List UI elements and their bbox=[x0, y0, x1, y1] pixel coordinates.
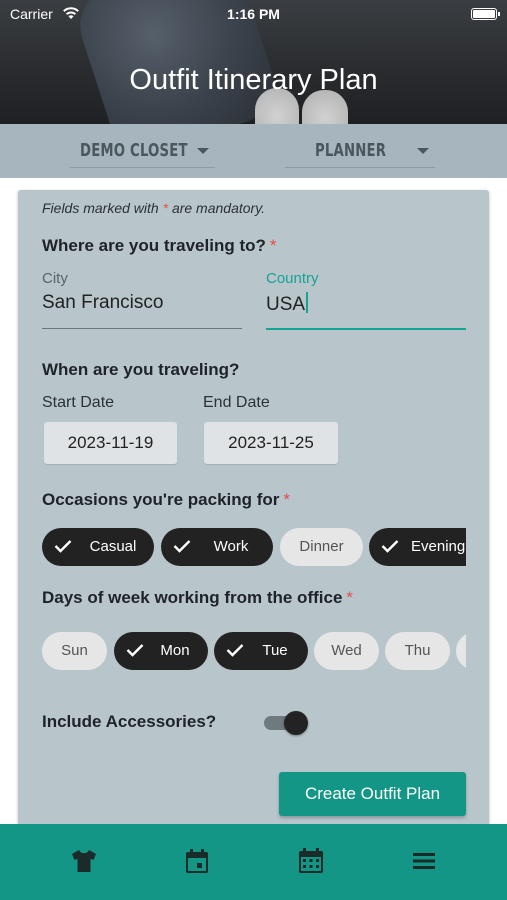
occasion-chip-dinner[interactable]: Dinner bbox=[280, 528, 363, 566]
chevron-down-icon bbox=[197, 148, 209, 154]
chip-label: Work bbox=[213, 538, 249, 555]
city-label: City bbox=[42, 270, 68, 287]
occasions-heading: Occasions you're packing for * bbox=[42, 490, 290, 510]
text-cursor bbox=[306, 292, 309, 313]
required-star: * bbox=[162, 200, 169, 216]
office-day-chips: Sun Mon Tue Wed Thu bbox=[42, 632, 466, 672]
required-star: * bbox=[283, 490, 291, 509]
required-star: * bbox=[269, 236, 277, 255]
chevron-down-icon bbox=[417, 148, 429, 154]
mandatory-note-suffix: are mandatory. bbox=[171, 200, 266, 216]
chip-label: Sun bbox=[61, 642, 88, 659]
check-icon bbox=[173, 540, 191, 553]
destination-heading-text: Where are you traveling to? bbox=[42, 236, 266, 255]
occasion-chip-work[interactable]: Work bbox=[161, 528, 273, 566]
tshirt-icon[interactable] bbox=[69, 846, 99, 876]
toggle-knob bbox=[284, 711, 308, 735]
occasion-chips: Casual Work Dinner Evening bbox=[42, 528, 466, 568]
check-icon bbox=[126, 644, 144, 657]
chip-label: Thu bbox=[404, 642, 431, 659]
mandatory-note: Fields marked with * are mandatory. bbox=[42, 200, 265, 216]
start-date-label: Start Date bbox=[42, 394, 115, 411]
calendar-grid-icon[interactable] bbox=[296, 846, 326, 876]
country-value: USA bbox=[266, 294, 306, 315]
create-outfit-plan-button[interactable]: Create Outfit Plan bbox=[279, 772, 466, 816]
battery-icon bbox=[471, 8, 500, 20]
end-date-label: End Date bbox=[203, 394, 270, 411]
closet-dropdown-label: DEMO CLOSET bbox=[80, 140, 188, 161]
check-icon bbox=[226, 644, 244, 657]
destination-heading: Where are you traveling to? * bbox=[42, 236, 277, 256]
accessories-toggle[interactable] bbox=[264, 710, 310, 736]
clock: 1:16 PM bbox=[227, 6, 280, 22]
bottom-tab-bar bbox=[0, 824, 507, 900]
menu-icon[interactable] bbox=[409, 846, 439, 876]
itinerary-form: Fields marked with * are mandatory. Wher… bbox=[18, 190, 489, 830]
chip-label: Wed bbox=[331, 642, 362, 659]
day-chip-thu[interactable]: Thu bbox=[385, 632, 450, 670]
city-underline bbox=[42, 328, 242, 329]
day-chip-next[interactable] bbox=[456, 632, 466, 670]
check-icon bbox=[54, 540, 72, 553]
chip-label: Dinner bbox=[299, 538, 344, 555]
calendar-icon[interactable] bbox=[182, 846, 212, 876]
start-date-field[interactable]: 2023-11-19 bbox=[44, 422, 177, 464]
accessories-label: Include Accessories? bbox=[42, 712, 217, 731]
status-bar: Carrier 1:16 PM bbox=[0, 4, 507, 26]
country-field[interactable]: USA bbox=[266, 292, 309, 316]
occasion-chip-evening[interactable]: Evening bbox=[369, 528, 466, 566]
office-days-heading: Days of week working from the office * bbox=[42, 588, 353, 608]
day-chip-wed[interactable]: Wed bbox=[314, 632, 379, 670]
mandatory-note-text: Fields marked with bbox=[42, 200, 159, 216]
day-chip-tue[interactable]: Tue bbox=[214, 632, 308, 670]
mode-dropdown[interactable]: PLANNER bbox=[285, 132, 435, 168]
required-star: * bbox=[346, 588, 354, 607]
city-field[interactable]: San Francisco bbox=[42, 292, 163, 314]
day-chip-sun[interactable]: Sun bbox=[42, 632, 107, 670]
header-banner: Carrier 1:16 PM Outfit Itinerary Plan bbox=[0, 0, 507, 124]
end-date-field[interactable]: 2023-11-25 bbox=[204, 422, 338, 464]
occasion-chip-casual[interactable]: Casual bbox=[42, 528, 154, 566]
check-icon bbox=[381, 540, 399, 553]
closet-dropdown[interactable]: DEMO CLOSET bbox=[70, 132, 215, 168]
page-title: Outfit Itinerary Plan bbox=[129, 64, 378, 96]
selector-bar: DEMO CLOSET PLANNER bbox=[0, 124, 507, 178]
office-days-heading-text: Days of week working from the office bbox=[42, 588, 343, 607]
country-underline bbox=[266, 328, 466, 330]
day-chip-mon[interactable]: Mon bbox=[114, 632, 208, 670]
occasions-heading-text: Occasions you're packing for bbox=[42, 490, 280, 509]
dates-heading: When are you traveling? bbox=[42, 360, 240, 379]
mode-dropdown-label: PLANNER bbox=[315, 140, 387, 161]
country-label: Country bbox=[266, 270, 319, 287]
